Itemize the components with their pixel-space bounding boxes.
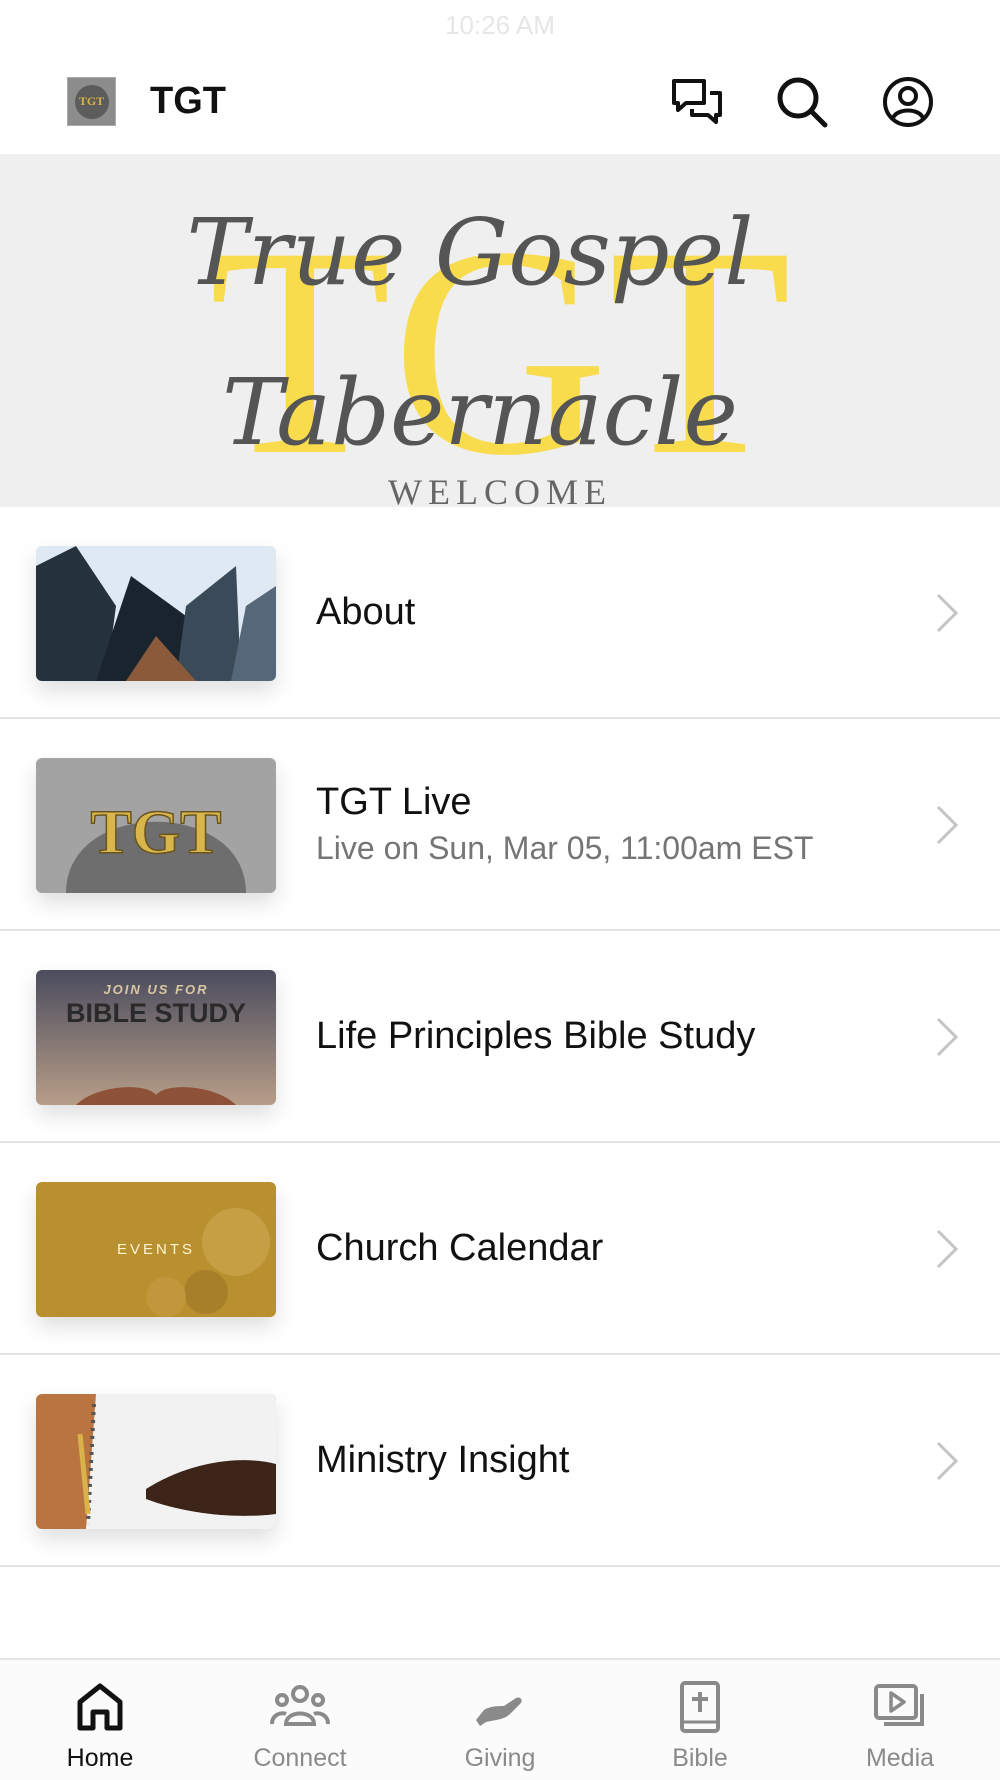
logo-mark: TGT: [74, 84, 109, 119]
tab-label: Giving: [464, 1744, 536, 1772]
banner-graphic: TGT True Gospel Tabernacle WELCOME: [186, 185, 791, 507]
bible-thumb-main: BIBLE STUDY: [66, 998, 246, 1028]
tab-media[interactable]: Media: [800, 1660, 1000, 1780]
list-item-title: Church Calendar: [316, 1226, 604, 1269]
media-play-icon: [874, 1684, 924, 1726]
list-item-ministry-insight[interactable]: Ministry Insight: [0, 1355, 1000, 1567]
search-icon[interactable]: [775, 75, 829, 129]
row-text: About: [316, 507, 916, 717]
banner-caption: WELCOME: [388, 472, 612, 507]
welcome-banner[interactable]: TGT True Gospel Tabernacle WELCOME: [0, 154, 1000, 507]
list-item-title: About: [316, 590, 416, 633]
church-calendar-thumbnail: EVENTS: [36, 1182, 276, 1317]
row-text: Ministry Insight: [316, 1355, 916, 1565]
home-icon: [77, 1683, 123, 1731]
list-item-tgt-live[interactable]: TGT TGT Live Live on Sun, Mar 05, 11:00a…: [0, 719, 1000, 931]
app-header: TGT TGT: [0, 50, 1000, 154]
banner-line1: True Gospel: [186, 199, 753, 306]
tab-giving[interactable]: Giving: [400, 1660, 600, 1780]
list-item-church-calendar[interactable]: EVENTS Church Calendar: [0, 1143, 1000, 1355]
list-item-subtitle: Live on Sun, Mar 05, 11:00am EST: [316, 830, 814, 866]
tab-label: Bible: [672, 1744, 728, 1772]
bible-study-thumbnail: JOIN US FOR BIBLE STUDY: [36, 970, 276, 1105]
status-time: 10:26 AM: [445, 10, 555, 40]
tab-bible[interactable]: Bible: [600, 1660, 800, 1780]
home-list: About TGT TGT Live Live on Sun, Mar 05, …: [0, 507, 1000, 1567]
bible-thumb-top: JOIN US FOR: [103, 982, 208, 997]
list-item-about[interactable]: About: [0, 507, 1000, 719]
list-item-title: Life Principles Bible Study: [316, 1014, 756, 1057]
tab-label: Home: [66, 1744, 134, 1772]
tab-connect[interactable]: Connect: [200, 1660, 400, 1780]
row-text: Life Principles Bible Study: [316, 931, 916, 1141]
chevron-right-icon: [936, 1229, 959, 1269]
row-text: Church Calendar: [316, 1143, 916, 1353]
about-thumbnail: [36, 546, 276, 681]
bible-icon: [680, 1681, 720, 1733]
tgt-live-logo: TGT: [91, 799, 222, 867]
profile-icon[interactable]: [881, 75, 935, 129]
tab-home[interactable]: Home: [0, 1660, 200, 1780]
app-logo[interactable]: TGT: [67, 77, 116, 126]
tab-label: Connect: [253, 1744, 347, 1772]
status-bar: 10:26 AM: [0, 0, 1000, 50]
chevron-right-icon: [936, 805, 959, 845]
banner-line2: Tabernacle: [222, 359, 738, 466]
tab-label: Media: [865, 1744, 935, 1772]
app-title: TGT: [150, 80, 226, 122]
chevron-right-icon: [936, 1017, 959, 1057]
list-item-title: Ministry Insight: [316, 1438, 570, 1481]
chat-icon[interactable]: [670, 75, 724, 129]
chevron-right-icon: [936, 1441, 959, 1481]
events-thumb-text: EVENTS: [117, 1241, 195, 1258]
tgt-live-thumbnail: TGT: [36, 758, 276, 893]
row-text: TGT Live Live on Sun, Mar 05, 11:00am ES…: [316, 719, 916, 929]
chevron-right-icon: [936, 593, 959, 633]
bottom-tab-bar: Home Connect Giving Bible Media: [0, 1658, 1000, 1780]
ministry-insight-thumbnail: [36, 1394, 276, 1529]
list-item-bible-study[interactable]: JOIN US FOR BIBLE STUDY Life Principles …: [0, 931, 1000, 1143]
list-item-title: TGT Live: [316, 781, 472, 823]
giving-hand-icon: [476, 1697, 522, 1726]
people-icon: [270, 1685, 330, 1726]
